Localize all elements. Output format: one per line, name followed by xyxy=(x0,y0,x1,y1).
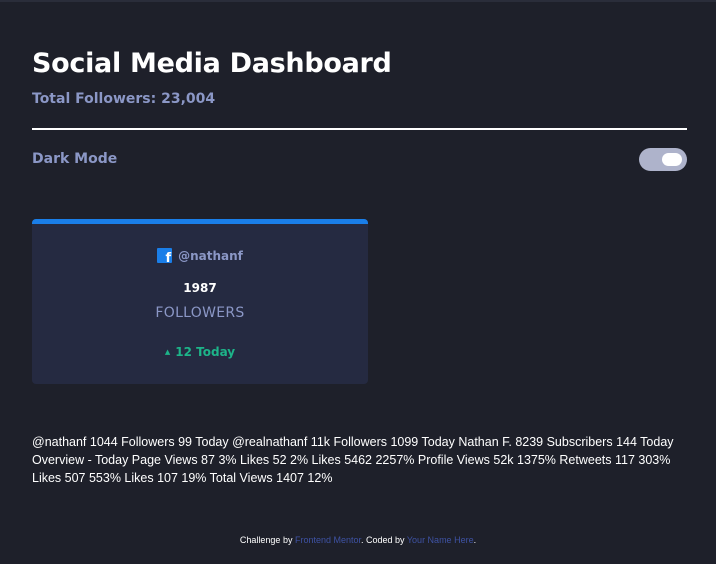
dashboard-page: Social Media Dashboard Total Followers: … xyxy=(0,0,716,564)
card-handle-row: f @nathanf xyxy=(32,245,368,265)
page-title: Social Media Dashboard xyxy=(32,48,392,79)
today-change-text: 12 Today xyxy=(175,345,236,359)
arrow-up-icon: ▲ xyxy=(164,348,171,356)
header-divider xyxy=(32,128,687,130)
today-change: ▲ 12 Today xyxy=(32,345,368,359)
total-followers: Total Followers: 23,004 xyxy=(32,91,216,107)
footer-middle: . Coded by xyxy=(361,535,407,545)
follower-unit: FOLLOWERS xyxy=(155,305,245,321)
card-accent-bar xyxy=(32,219,368,224)
footer-prefix: Challenge by xyxy=(239,535,295,545)
author-link[interactable]: Your Name Here xyxy=(407,535,474,545)
facebook-followers-card: f @nathanf 1987 FOLLOWERS ▲ 12 Today xyxy=(32,219,368,384)
card-handle: @nathanf xyxy=(178,249,243,263)
attribution-footer: Challenge by Frontend Mentor. Coded by Y… xyxy=(0,535,716,545)
footer-suffix: . xyxy=(473,535,477,545)
facebook-icon: f xyxy=(157,248,173,265)
dark-mode-label: Dark Mode xyxy=(32,151,118,167)
frontend-mentor-link[interactable]: Frontend Mentor xyxy=(295,535,361,545)
top-border xyxy=(0,0,716,2)
follower-count: 1987 xyxy=(183,281,217,295)
unstyled-content-text: @nathanf 1044 Followers 99 Today @realna… xyxy=(32,435,674,485)
dark-mode-toggle[interactable] xyxy=(639,148,687,171)
toggle-knob[interactable] xyxy=(662,153,682,166)
